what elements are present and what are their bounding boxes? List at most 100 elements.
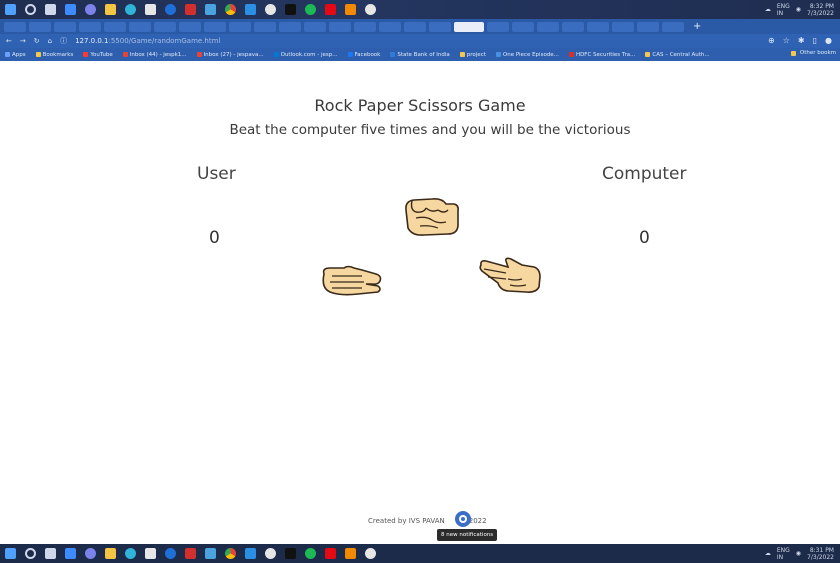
netflix-icon[interactable] bbox=[325, 4, 336, 15]
bookmark-item[interactable]: Inbox (27) - jespava... bbox=[196, 52, 264, 58]
photos-icon[interactable] bbox=[205, 548, 216, 559]
sidebar-icon[interactable]: ▯ bbox=[813, 36, 817, 45]
other-bookmarks[interactable]: Other bookm bbox=[790, 50, 836, 56]
forward-icon[interactable]: → bbox=[20, 37, 26, 45]
browser-tab[interactable] bbox=[537, 21, 559, 32]
widgets-icon[interactable] bbox=[65, 548, 76, 559]
wifi-icon[interactable]: ◉ bbox=[796, 6, 801, 13]
browser-tab[interactable] bbox=[354, 21, 376, 32]
extensions-icon[interactable]: ✱ bbox=[798, 36, 805, 45]
bookmark-item[interactable]: CAS – Central Auth... bbox=[645, 52, 710, 58]
chat-icon[interactable] bbox=[85, 548, 96, 559]
browser-tab[interactable] bbox=[637, 21, 659, 32]
tray-clock[interactable]: 8:31 PM 7/3/2022 bbox=[807, 547, 834, 561]
browser-tab[interactable] bbox=[429, 21, 451, 32]
vscode-icon[interactable] bbox=[245, 548, 256, 559]
lang-indicator[interactable]: ENG IN bbox=[777, 3, 790, 17]
vlc-icon[interactable] bbox=[345, 4, 356, 15]
browser-tab[interactable] bbox=[404, 21, 426, 32]
notification-bell-icon[interactable] bbox=[454, 510, 472, 528]
chrome-icon[interactable] bbox=[225, 548, 236, 559]
reload-icon[interactable]: ↻ bbox=[34, 37, 40, 45]
bookmark-item[interactable]: Inbox (44) - jespk1... bbox=[122, 52, 187, 58]
search-icon[interactable] bbox=[25, 548, 36, 559]
vscode-icon[interactable] bbox=[245, 4, 256, 15]
dell-icon[interactable] bbox=[165, 4, 176, 15]
edge-icon[interactable] bbox=[125, 4, 136, 15]
browser-tab-active[interactable] bbox=[454, 21, 484, 32]
browser-tab[interactable] bbox=[254, 21, 276, 32]
windows-start-icon[interactable] bbox=[5, 548, 16, 559]
browser-tab[interactable] bbox=[487, 21, 509, 32]
browser-tab[interactable] bbox=[79, 21, 101, 32]
browser-tab[interactable] bbox=[4, 21, 26, 32]
browser-tab[interactable] bbox=[612, 21, 634, 32]
file-explorer-icon[interactable] bbox=[105, 548, 116, 559]
edge-icon[interactable] bbox=[125, 548, 136, 559]
browser-tab[interactable] bbox=[204, 21, 226, 32]
wifi-icon[interactable]: ◉ bbox=[796, 550, 801, 557]
paper-hand-icon[interactable] bbox=[318, 264, 384, 298]
browser-tab[interactable] bbox=[329, 21, 351, 32]
chat-icon[interactable] bbox=[85, 4, 96, 15]
terminal-icon[interactable] bbox=[285, 548, 296, 559]
url-field[interactable]: 127.0.0.1:5500/Game/randomGame.html bbox=[75, 37, 220, 45]
store-icon[interactable] bbox=[145, 548, 156, 559]
bookmark-star-icon[interactable]: ☆ bbox=[783, 36, 790, 45]
browser-tab[interactable] bbox=[587, 21, 609, 32]
share-icon[interactable]: ⊕ bbox=[768, 36, 775, 45]
photos-icon[interactable] bbox=[205, 4, 216, 15]
browser-tab[interactable] bbox=[129, 21, 151, 32]
java-icon[interactable] bbox=[365, 548, 376, 559]
bookmark-item[interactable]: Facebook bbox=[347, 52, 380, 58]
tray-clock[interactable]: 8:32 PM 7/3/2022 bbox=[807, 3, 834, 17]
scissors-hand-icon[interactable] bbox=[478, 257, 542, 295]
bookmark-item[interactable]: One Piece Episode... bbox=[495, 52, 559, 58]
java-icon[interactable] bbox=[365, 4, 376, 15]
store-icon[interactable] bbox=[145, 4, 156, 15]
mcafee-icon[interactable] bbox=[185, 4, 196, 15]
browser-tab[interactable] bbox=[279, 21, 301, 32]
browser-tab[interactable] bbox=[154, 21, 176, 32]
netflix-icon[interactable] bbox=[325, 548, 336, 559]
back-icon[interactable]: ← bbox=[6, 37, 12, 45]
browser-tab[interactable] bbox=[29, 21, 51, 32]
browser-tab[interactable] bbox=[304, 21, 326, 32]
widgets-icon[interactable] bbox=[65, 4, 76, 15]
spotify-icon[interactable] bbox=[305, 548, 316, 559]
chrome-icon[interactable] bbox=[225, 4, 236, 15]
browser-tab[interactable] bbox=[662, 21, 684, 32]
browser-tab[interactable] bbox=[379, 21, 401, 32]
mcafee-icon[interactable] bbox=[185, 548, 196, 559]
task-view-icon[interactable] bbox=[45, 548, 56, 559]
file-explorer-icon[interactable] bbox=[105, 4, 116, 15]
browser-tab[interactable] bbox=[179, 21, 201, 32]
rock-hand-icon[interactable] bbox=[402, 196, 460, 238]
task-view-icon[interactable] bbox=[45, 4, 56, 15]
bookmark-item[interactable]: Bookmarks bbox=[35, 52, 73, 58]
home-icon[interactable]: ⌂ bbox=[48, 37, 52, 45]
bookmark-item[interactable]: HDFC Securities Tra... bbox=[568, 52, 635, 58]
bookmark-item[interactable]: project bbox=[459, 52, 486, 58]
cloud-icon[interactable]: ☁ bbox=[765, 6, 771, 13]
browser-tab[interactable] bbox=[229, 21, 251, 32]
bookmark-item[interactable]: Outlook.com - jesp... bbox=[273, 52, 338, 58]
bookmark-item[interactable]: YouTube bbox=[83, 52, 113, 58]
terminal-icon[interactable] bbox=[285, 4, 296, 15]
profile-icon[interactable]: ● bbox=[825, 36, 832, 45]
browser-tab[interactable] bbox=[562, 21, 584, 32]
spotify-icon[interactable] bbox=[305, 4, 316, 15]
browser-tab[interactable] bbox=[512, 21, 534, 32]
new-tab-icon[interactable]: + bbox=[693, 21, 701, 32]
browser-tab[interactable] bbox=[104, 21, 126, 32]
bookmark-item[interactable]: State Bank of India bbox=[390, 52, 450, 58]
bookmark-item[interactable]: Apps bbox=[5, 52, 26, 58]
dell-icon[interactable] bbox=[165, 548, 176, 559]
lang-indicator[interactable]: ENG IN bbox=[777, 547, 790, 561]
info-icon[interactable]: ⓘ bbox=[60, 36, 67, 46]
search-icon[interactable] bbox=[25, 4, 36, 15]
github-icon[interactable] bbox=[265, 4, 276, 15]
cloud-icon[interactable]: ☁ bbox=[765, 550, 771, 557]
github-icon[interactable] bbox=[265, 548, 276, 559]
vlc-icon[interactable] bbox=[345, 548, 356, 559]
